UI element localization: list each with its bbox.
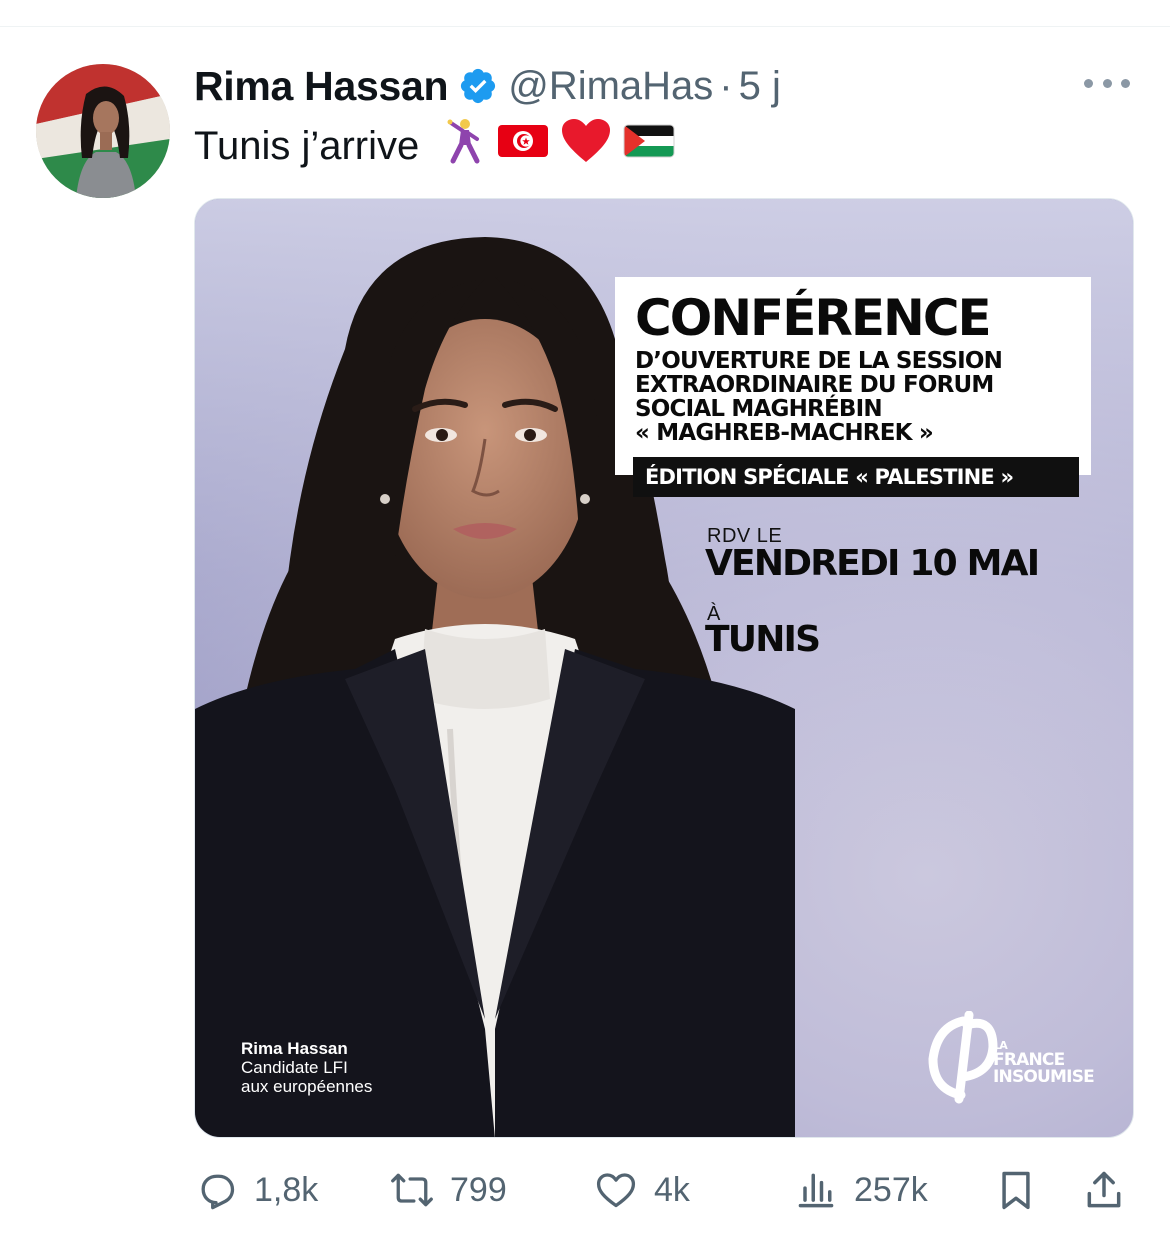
conference-line: « MAGHREB-MACHREK » <box>635 420 934 446</box>
avatar[interactable] <box>36 64 170 198</box>
more-options-icon[interactable] <box>1084 70 1130 96</box>
views-icon <box>798 1173 834 1208</box>
repost-icon <box>391 1173 433 1207</box>
tunisia-flag-icon <box>497 122 549 170</box>
share-button[interactable] <box>1082 1158 1126 1222</box>
reply-count: 1,8k <box>254 1170 319 1209</box>
logo-line: INSOUMISE <box>993 1067 1095 1087</box>
red-heart-icon <box>561 118 611 174</box>
views-button[interactable]: 257k <box>794 1158 928 1222</box>
like-button[interactable]: 4k <box>594 1158 690 1222</box>
dancer-emoji-icon <box>441 117 485 175</box>
top-divider <box>0 26 1170 27</box>
views-count: 257k <box>854 1170 928 1209</box>
conference-line: SOCIAL MAGHRÉBIN <box>635 396 883 422</box>
bookmark-icon <box>1002 1171 1030 1210</box>
action-bar: 1,8k 799 4k 257k <box>194 1158 1134 1222</box>
caption-line: Candidate LFI <box>241 1058 348 1077</box>
like-count: 4k <box>654 1170 690 1209</box>
tweet-text: Tunis j’arrive <box>194 118 675 174</box>
lfi-logo-text: LA FRANCE INSOUMISE <box>993 1039 1095 1087</box>
conference-box: CONFÉRENCE D’OUVERTURE DE LA SESSION EXT… <box>615 277 1091 475</box>
conference-line: D’OUVERTURE DE LA SESSION <box>635 348 1003 374</box>
edition-banner: ÉDITION SPÉCIALE « PALESTINE » <box>633 457 1079 497</box>
conference-line: EXTRAORDINAIRE DU FORUM <box>635 372 994 398</box>
heart-icon <box>596 1173 636 1208</box>
portrait-caption: Rima Hassan Candidate LFI aux européenne… <box>241 1039 372 1096</box>
bookmark-button[interactable] <box>994 1158 1038 1222</box>
timestamp[interactable]: 5 j <box>739 64 781 109</box>
display-name[interactable]: Rima Hassan <box>194 63 449 110</box>
share-icon <box>1087 1171 1121 1208</box>
tweet-media-image[interactable]: CONFÉRENCE D’OUVERTURE DE LA SESSION EXT… <box>194 198 1134 1138</box>
caption-name: Rima Hassan <box>241 1039 348 1058</box>
reply-button[interactable]: 1,8k <box>194 1158 318 1222</box>
event-city: TUNIS <box>705 619 821 660</box>
verified-badge-icon[interactable] <box>458 66 498 106</box>
reply-icon <box>201 1174 235 1210</box>
handle[interactable]: @RimaHas <box>508 64 713 109</box>
tweet-header: Rima Hassan @RimaHas · 5 j <box>194 58 781 114</box>
repost-button[interactable]: 799 <box>390 1158 507 1222</box>
palestine-flag-icon <box>623 122 675 170</box>
conference-subtitle: D’OUVERTURE DE LA SESSION EXTRAORDINAIRE… <box>635 349 1073 445</box>
separator-dot: · <box>719 63 733 108</box>
caption-line: aux européennes <box>241 1077 373 1096</box>
event-date: VENDREDI 10 MAI <box>705 543 1040 584</box>
tweet-text-content: Tunis j’arrive <box>194 123 420 168</box>
conference-title: CONFÉRENCE <box>635 289 992 347</box>
repost-count: 799 <box>450 1170 507 1209</box>
